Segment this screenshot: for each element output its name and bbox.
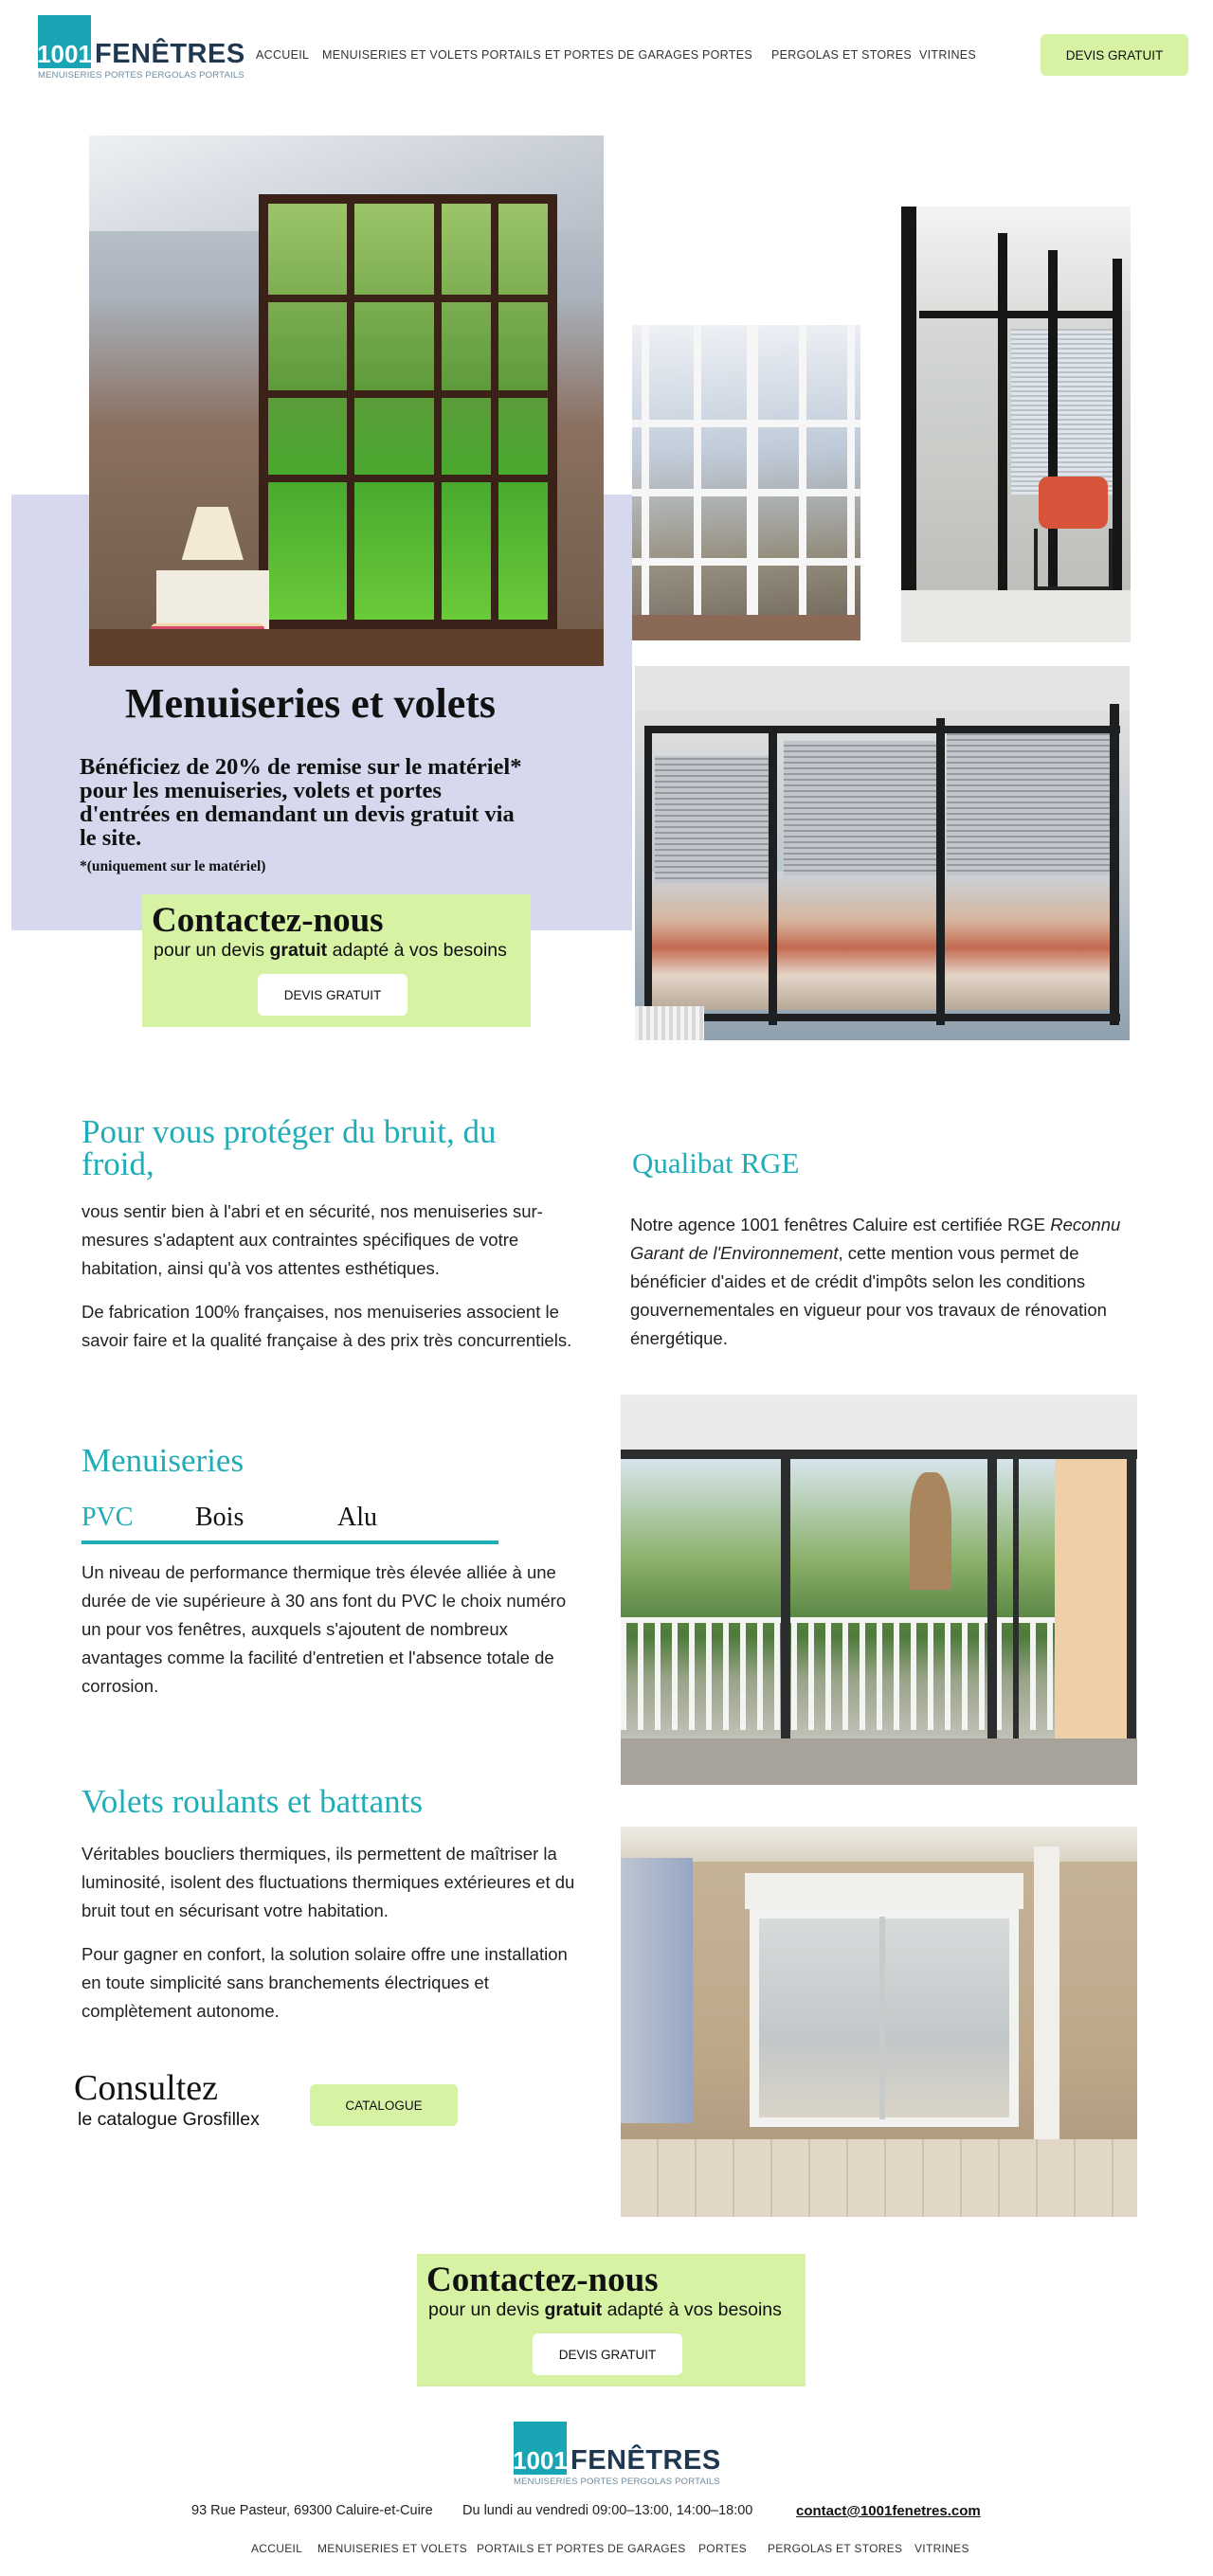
catalogue-subtitle: le catalogue Grosfillex	[78, 2109, 260, 2130]
black-frame-balcony-photo	[901, 207, 1131, 642]
protect-paragraph-2: De fabrication 100% françaises, nos menu…	[81, 1302, 572, 1350]
catalogue-button[interactable]: CATALOGUE	[310, 2084, 458, 2126]
footer-email-link[interactable]: contact@1001fenetres.com	[796, 2503, 981, 2519]
bottom-contact-subtitle: pour un devis gratuit adapté à vos besoi…	[428, 2299, 782, 2321]
logo-tagline: MENUISERIES PORTES PERGOLAS PORTAILS	[38, 70, 244, 81]
footer-logo-number-box: 1001	[513, 2422, 568, 2475]
hero-contact-box: Contactez-nous pour un devis gratuit ada…	[142, 894, 531, 1027]
bottom-contact-subtitle-a: pour un devis	[428, 2299, 545, 2320]
logo-word: FENÊTRES	[95, 39, 245, 69]
menuiseries-title: Menuiseries	[81, 1442, 244, 1479]
footer-nav-portes[interactable]: PORTES	[698, 2542, 747, 2555]
logo-number: 1001	[37, 40, 92, 68]
hero-title: Menuiseries et volets	[125, 680, 496, 727]
hero-promo: Bénéficiez de 20% de remise sur le matér…	[80, 754, 522, 851]
hero-footnote: *(uniquement sur le matériel)	[80, 858, 266, 874]
footer-logo[interactable]: 1001 FENÊTRES MENUISERIES PORTES PERGOLA…	[513, 2422, 720, 2488]
footer-logo-number: 1001	[513, 2446, 568, 2475]
footer-hours: Du lundi au vendredi 09:00–13:00, 14:00–…	[462, 2503, 753, 2518]
nav-accueil[interactable]: ACCUEIL	[256, 48, 309, 62]
hero-devis-button[interactable]: DEVIS GRATUIT	[258, 974, 407, 1016]
nav-portails-garages[interactable]: PORTAILS ET PORTES DE GARAGES	[481, 48, 698, 62]
bottom-contact-subtitle-bold: gratuit	[544, 2299, 603, 2320]
header: 1001 FENÊTRES MENUISERIES PORTES PERGOLA…	[0, 0, 1213, 104]
tab-bois[interactable]: Bois	[195, 1503, 244, 1533]
nav-vitrines[interactable]: VITRINES	[919, 48, 976, 62]
qualibat-title: Qualibat RGE	[632, 1146, 800, 1180]
qualibat-text-a: Notre agence 1001 fenêtres Caluire est c…	[630, 1215, 1051, 1234]
tabs-underline	[81, 1540, 498, 1544]
catalogue-title: Consultez	[74, 2068, 218, 2108]
hero-contact-subtitle-bold: gratuit	[269, 940, 328, 961]
protect-paragraph-1: vous sentir bien à l'abri et en sécurité…	[81, 1201, 543, 1278]
footer-address: 93 Rue Pasteur, 69300 Caluire-et-Cuire	[191, 2503, 433, 2518]
footer-logo-word: FENÊTRES	[570, 2445, 721, 2476]
nav-pergolas-stores[interactable]: PERGOLAS ET STORES	[771, 48, 912, 62]
hero-contact-title: Contactez-nous	[152, 901, 384, 940]
logo-number-box: 1001	[37, 15, 92, 68]
white-grid-door-photo	[632, 325, 860, 640]
nav-portes[interactable]: PORTES	[702, 48, 752, 62]
menuiseries-tabs: PVC Bois Alu	[81, 1499, 498, 1546]
bottom-contact-subtitle-b: adapté à vos besoins	[602, 2299, 782, 2320]
protect-title: Pour vous protéger du bruit, du froid,	[81, 1113, 497, 1182]
footer-nav-portails-garages[interactable]: PORTAILS ET PORTES DE GARAGES	[477, 2542, 686, 2555]
volets-paragraph-1: Véritables boucliers thermiques, ils per…	[81, 1844, 575, 1920]
tab-pvc[interactable]: PVC	[81, 1503, 133, 1533]
volets-title: Volets roulants et battants	[81, 1783, 423, 1820]
volets-paragraph-2: Pour gagner en confort, la solution sola…	[81, 1944, 568, 2021]
footer-nav-vitrines[interactable]: VITRINES	[914, 2542, 969, 2555]
pvc-sliding-door-photo	[621, 1395, 1137, 1785]
nav-menuiseries-volets[interactable]: MENUISERIES ET VOLETS	[322, 48, 478, 62]
header-logo[interactable]: 1001 FENÊTRES MENUISERIES PORTES PERGOLA…	[37, 15, 244, 81]
hero-contact-subtitle: pour un devis gratuit adapté à vos besoi…	[154, 940, 507, 962]
roller-shutters-photo	[635, 666, 1130, 1040]
tab-alu[interactable]: Alu	[337, 1503, 377, 1533]
qualibat-paragraph: Notre agence 1001 fenêtres Caluire est c…	[630, 1211, 1123, 1353]
footer-nav-menuiseries-volets[interactable]: MENUISERIES ET VOLETS	[317, 2542, 467, 2555]
roller-shutter-door-photo	[621, 1827, 1137, 2217]
living-room-window-photo	[89, 135, 604, 666]
menuiseries-text: Un niveau de performance thermique très …	[81, 1562, 567, 1696]
footer-nav-accueil[interactable]: ACCUEIL	[251, 2542, 302, 2555]
bottom-contact-box: Contactez-nous pour un devis gratuit ada…	[417, 2254, 806, 2387]
bottom-contact-title: Contactez-nous	[426, 2261, 659, 2299]
header-devis-button[interactable]: DEVIS GRATUIT	[1041, 34, 1188, 76]
bottom-devis-button[interactable]: DEVIS GRATUIT	[533, 2333, 682, 2375]
hero-contact-subtitle-b: adapté à vos besoins	[327, 940, 507, 961]
footer-logo-tagline: MENUISERIES PORTES PERGOLAS PORTAILS	[514, 2477, 720, 2487]
hero-contact-subtitle-a: pour un devis	[154, 940, 270, 961]
footer-nav-pergolas-stores[interactable]: PERGOLAS ET STORES	[768, 2542, 902, 2555]
